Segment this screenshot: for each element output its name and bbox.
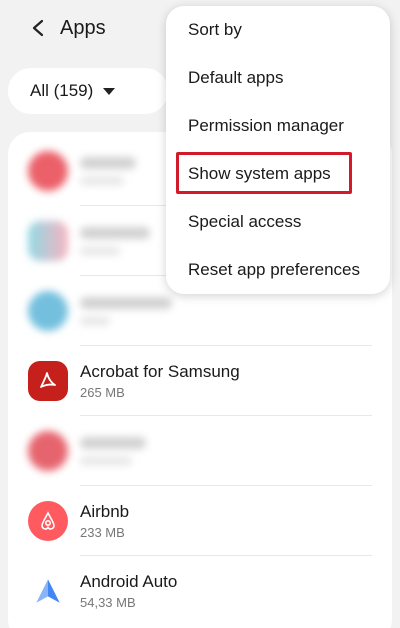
menu-item-special-access[interactable]: Special access bbox=[166, 198, 390, 246]
app-name: Acrobat for Samsung bbox=[80, 361, 240, 381]
app-icon-blurred bbox=[28, 151, 68, 191]
list-item-blurred[interactable] bbox=[8, 416, 392, 486]
blurred-text bbox=[80, 157, 136, 185]
menu-item-sort-by[interactable]: Sort by bbox=[166, 6, 390, 54]
chevron-left-icon bbox=[32, 19, 44, 37]
list-item-airbnb[interactable]: Airbnb 233 MB bbox=[8, 486, 392, 556]
app-size: 233 MB bbox=[80, 524, 125, 540]
app-size: 54,33 MB bbox=[80, 594, 136, 610]
app-name: Airbnb bbox=[80, 501, 130, 521]
blurred-text bbox=[80, 297, 172, 325]
highlight-box bbox=[176, 152, 352, 194]
app-icon-blurred bbox=[28, 291, 68, 331]
app-icon-blurred bbox=[28, 431, 68, 471]
blurred-text bbox=[80, 227, 150, 255]
app-filter-dropdown[interactable]: All (159) bbox=[8, 68, 168, 114]
app-icon-blurred bbox=[28, 221, 68, 261]
back-button[interactable] bbox=[26, 14, 50, 42]
airbnb-icon bbox=[28, 501, 68, 541]
app-name: Android Auto bbox=[80, 571, 178, 591]
menu-item-default-apps[interactable]: Default apps bbox=[166, 54, 390, 102]
list-item-android-auto[interactable]: Android Auto 54,33 MB bbox=[8, 556, 392, 626]
acrobat-icon bbox=[28, 361, 68, 401]
android-auto-icon bbox=[28, 571, 68, 611]
filter-label: All (159) bbox=[30, 81, 94, 100]
caret-down-icon bbox=[103, 87, 116, 95]
page-title: Apps bbox=[60, 16, 106, 39]
overflow-menu: Sort by Default apps Permission manager … bbox=[166, 6, 390, 294]
list-item-acrobat[interactable]: Acrobat for Samsung 265 MB bbox=[8, 346, 392, 416]
menu-item-permission-manager[interactable]: Permission manager bbox=[166, 102, 390, 150]
blurred-text bbox=[80, 437, 146, 465]
app-size: 265 MB bbox=[80, 384, 125, 400]
menu-item-reset-app-preferences[interactable]: Reset app preferences bbox=[166, 246, 390, 294]
